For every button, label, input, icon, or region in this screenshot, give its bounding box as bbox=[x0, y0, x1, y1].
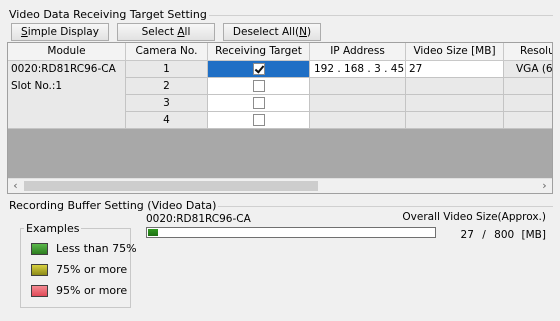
size-unit: [MB] bbox=[521, 229, 546, 241]
header-camera-no[interactable]: Camera No. bbox=[126, 43, 208, 61]
buffer-progress-fill bbox=[148, 229, 158, 236]
module-cell[interactable]: 0020:RD81RC96-CA Slot No.:1 bbox=[8, 61, 126, 129]
select-all-button[interactable]: Select All bbox=[117, 23, 215, 41]
module-name: 0020:RD81RC96-CA bbox=[11, 63, 116, 75]
example-label-green: Less than 75% bbox=[56, 242, 137, 255]
receiving-target-cell[interactable] bbox=[208, 78, 310, 95]
total-size-value: 800 bbox=[494, 229, 515, 241]
scroll-right-icon[interactable]: › bbox=[537, 179, 552, 193]
select-all-rest: ll bbox=[184, 26, 191, 38]
deselect-all-accel: N bbox=[299, 26, 307, 38]
example-label-red: 95% or more bbox=[56, 284, 128, 297]
buffer-group-title: Recording Buffer Setting (Video Data) bbox=[7, 199, 219, 212]
receiving-target-checkbox-1[interactable] bbox=[252, 63, 265, 75]
size-separator: / bbox=[482, 229, 486, 241]
receiving-target-cell[interactable] bbox=[208, 112, 310, 129]
camera-no-cell[interactable]: 2 bbox=[126, 78, 208, 95]
simple-display-accel: S bbox=[21, 26, 28, 38]
receiving-target-cell[interactable] bbox=[208, 61, 310, 78]
ip-address-cell[interactable] bbox=[310, 95, 406, 112]
buffer-module-label: 0020:RD81RC96-CA bbox=[146, 213, 251, 225]
simple-display-button[interactable]: Simple Display bbox=[11, 23, 109, 41]
scroll-left-icon[interactable]: ‹ bbox=[8, 179, 23, 193]
buffer-progress-bar bbox=[146, 227, 436, 238]
receiving-target-checkbox-3[interactable] bbox=[252, 97, 265, 109]
video-size-cell[interactable]: 27 bbox=[406, 61, 504, 78]
overall-size-readout: 27 / 800 [MB] bbox=[440, 229, 546, 241]
header-ip-address[interactable]: IP Address bbox=[310, 43, 406, 61]
select-all-prefix: Select bbox=[141, 26, 178, 38]
resolution-cell[interactable]: VGA (640 x bbox=[504, 61, 552, 78]
resolution-cell[interactable] bbox=[504, 78, 552, 95]
header-module[interactable]: Module bbox=[8, 43, 126, 61]
camera-no-cell[interactable]: 1 bbox=[126, 61, 208, 78]
deselect-all-button[interactable]: Deselect All(N) bbox=[223, 23, 321, 41]
ip-address-cell[interactable] bbox=[310, 78, 406, 95]
scrollbar-thumb[interactable] bbox=[24, 181, 318, 191]
header-receiving-target[interactable]: Receiving Target bbox=[208, 43, 310, 61]
camera-no-cell[interactable]: 3 bbox=[126, 95, 208, 112]
overall-size-label: Overall Video Size(Approx.) bbox=[402, 211, 546, 223]
receiving-target-checkbox-2[interactable] bbox=[252, 80, 265, 92]
ip-address-cell[interactable] bbox=[310, 112, 406, 129]
video-size-cell[interactable] bbox=[406, 112, 504, 129]
target-group-title: Video Data Receiving Target Setting bbox=[7, 8, 209, 21]
used-size-value: 27 bbox=[460, 229, 474, 241]
deselect-all-rest: ) bbox=[306, 26, 312, 38]
camera-no-cell[interactable]: 4 bbox=[126, 112, 208, 129]
receiving-target-cell[interactable] bbox=[208, 95, 310, 112]
deselect-all-prefix: Deselect All( bbox=[232, 26, 300, 38]
video-size-cell[interactable] bbox=[406, 78, 504, 95]
resolution-cell[interactable] bbox=[504, 95, 552, 112]
horizontal-scrollbar[interactable]: ‹ › bbox=[8, 178, 552, 193]
red-swatch-icon bbox=[31, 285, 48, 297]
receiving-target-checkbox-4[interactable] bbox=[252, 114, 265, 126]
example-label-yellow: 75% or more bbox=[56, 263, 128, 276]
receiving-target-table: Module Camera No. Receiving Target IP Ad… bbox=[7, 42, 553, 194]
select-all-accel: A bbox=[177, 26, 185, 38]
slot-label: Slot No.:1 bbox=[11, 80, 63, 92]
examples-title: Examples bbox=[24, 222, 82, 235]
video-size-cell[interactable] bbox=[406, 95, 504, 112]
simple-display-rest: imple Display bbox=[27, 26, 99, 38]
green-swatch-icon bbox=[31, 243, 48, 255]
header-video-size[interactable]: Video Size [MB] bbox=[406, 43, 504, 61]
header-resolution[interactable]: Resoluti bbox=[504, 43, 552, 61]
resolution-cell[interactable] bbox=[504, 112, 552, 129]
ip-address-cell[interactable]: 192 . 168 . 3 . 45 bbox=[310, 61, 406, 78]
yellow-swatch-icon bbox=[31, 264, 48, 276]
